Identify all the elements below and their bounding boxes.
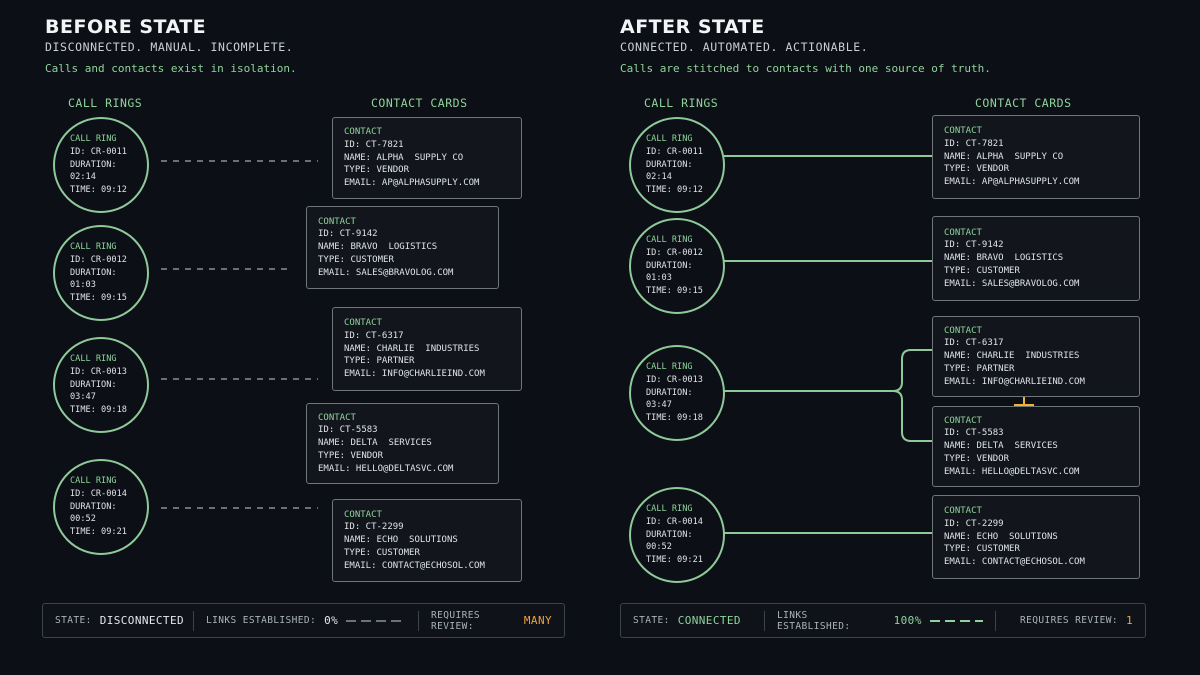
ring-id: ID: CR-0013 — [646, 374, 703, 385]
card-type: TYPE: PARTNER — [944, 363, 1015, 374]
state-label: STATE: — [633, 615, 670, 626]
card-label: CONTACT — [944, 126, 982, 137]
after-call-ring-3: CALL RING ID: CR-0013 DURATION: 03:47 TI… — [629, 345, 725, 441]
after-contact-card-1: CONTACT ID: CT-7821 NAME: ALPHA SUPPLY C… — [932, 115, 1140, 199]
card-label: CONTACT — [944, 415, 982, 426]
card-type: TYPE: VENDOR — [944, 453, 1010, 464]
card-email: EMAIL: CONTACT@ECHOSOL.COM — [944, 557, 1085, 568]
card-label: CONTACT — [944, 506, 982, 517]
card-name: NAME: BRAVO LOGISTICS — [944, 253, 1064, 264]
ring-label: CALL RING — [646, 362, 693, 372]
card-email: EMAIL: AP@ALPHASUPPLY.COM — [944, 177, 1080, 188]
card-id: ID: CT-2299 — [944, 518, 1004, 529]
card-name: NAME: CHARLIE INDUSTRIES — [944, 351, 1080, 362]
card-name: NAME: ALPHA SUPPLY CO — [944, 151, 1064, 162]
ring-label: CALL RING — [646, 134, 693, 144]
ring-time: TIME: 09:15 — [646, 286, 703, 297]
card-type: TYPE: CUSTOMER — [944, 265, 1020, 276]
card-email: EMAIL: SALES@BRAVOLOG.COM — [944, 278, 1080, 289]
card-id: ID: CT-9142 — [944, 240, 1004, 251]
card-id: ID: CT-5583 — [944, 428, 1004, 439]
after-link-line-3a — [724, 349, 932, 392]
after-call-ring-4: CALL RING ID: CR-0014 DURATION: 00:52 TI… — [629, 487, 725, 583]
review-label: REQUIRES REVIEW: — [1020, 615, 1118, 626]
ring-time: TIME: 09:21 — [646, 555, 703, 566]
card-type: TYPE: VENDOR — [944, 164, 1010, 175]
ring-duration: DURATION: 03:47 — [646, 387, 693, 411]
after-status-bar: STATE: CONNECTED LINKS ESTABLISHED: 100%… — [620, 603, 1146, 638]
ring-time: TIME: 09:18 — [646, 413, 703, 424]
after-call-ring-2: CALL RING ID: CR-0012 DURATION: 01:03 TI… — [629, 218, 725, 314]
after-call-ring-1: CALL RING ID: CR-0011 DURATION: 02:14 TI… — [629, 117, 725, 213]
state-value: CONNECTED — [677, 614, 741, 627]
ring-id: ID: CR-0014 — [646, 516, 703, 527]
after-contact-card-3: CONTACT ID: CT-6317 NAME: CHARLIE INDUST… — [932, 316, 1140, 397]
card-id: ID: CT-6317 — [944, 338, 1004, 349]
dash-line-icon — [929, 619, 983, 622]
after-contact-card-2: CONTACT ID: CT-9142 NAME: BRAVO LOGISTIC… — [932, 216, 1140, 301]
after-link-line-3b — [892, 390, 932, 442]
card-email: EMAIL: INFO@CHARLIEIND.COM — [944, 376, 1085, 387]
card-label: CONTACT — [944, 227, 982, 238]
ring-label: CALL RING — [646, 235, 693, 245]
card-name: NAME: ECHO SOLUTIONS — [944, 531, 1058, 542]
links-value: 100% — [893, 614, 922, 627]
card-label: CONTACT — [944, 325, 982, 336]
after-state-segment: STATE: CONNECTED — [621, 614, 764, 627]
ring-duration: DURATION: 01:03 — [646, 260, 693, 284]
ring-id: ID: CR-0011 — [646, 146, 703, 157]
ring-time: TIME: 09:12 — [646, 185, 703, 196]
card-name: NAME: DELTA SERVICES — [944, 441, 1058, 452]
after-links-segment: LINKS ESTABLISHED: 100% — [765, 610, 995, 632]
card-id: ID: CT-7821 — [944, 138, 1004, 149]
links-label: LINKS ESTABLISHED: — [777, 609, 851, 632]
card-email: EMAIL: HELLO@DELTASVC.COM — [944, 466, 1080, 477]
card-type: TYPE: CUSTOMER — [944, 544, 1020, 555]
ring-duration: DURATION: 00:52 — [646, 529, 693, 553]
after-contact-card-4: CONTACT ID: CT-5583 NAME: DELTA SERVICES… — [932, 406, 1140, 487]
ring-id: ID: CR-0012 — [646, 247, 703, 258]
ring-label: CALL RING — [646, 504, 693, 514]
after-contact-card-5: CONTACT ID: CT-2299 NAME: ECHO SOLUTIONS… — [932, 495, 1140, 579]
after-review-segment: REQUIRES REVIEW: 1 — [996, 614, 1145, 627]
review-value: 1 — [1125, 614, 1133, 627]
ring-duration: DURATION: 02:14 — [646, 159, 693, 183]
